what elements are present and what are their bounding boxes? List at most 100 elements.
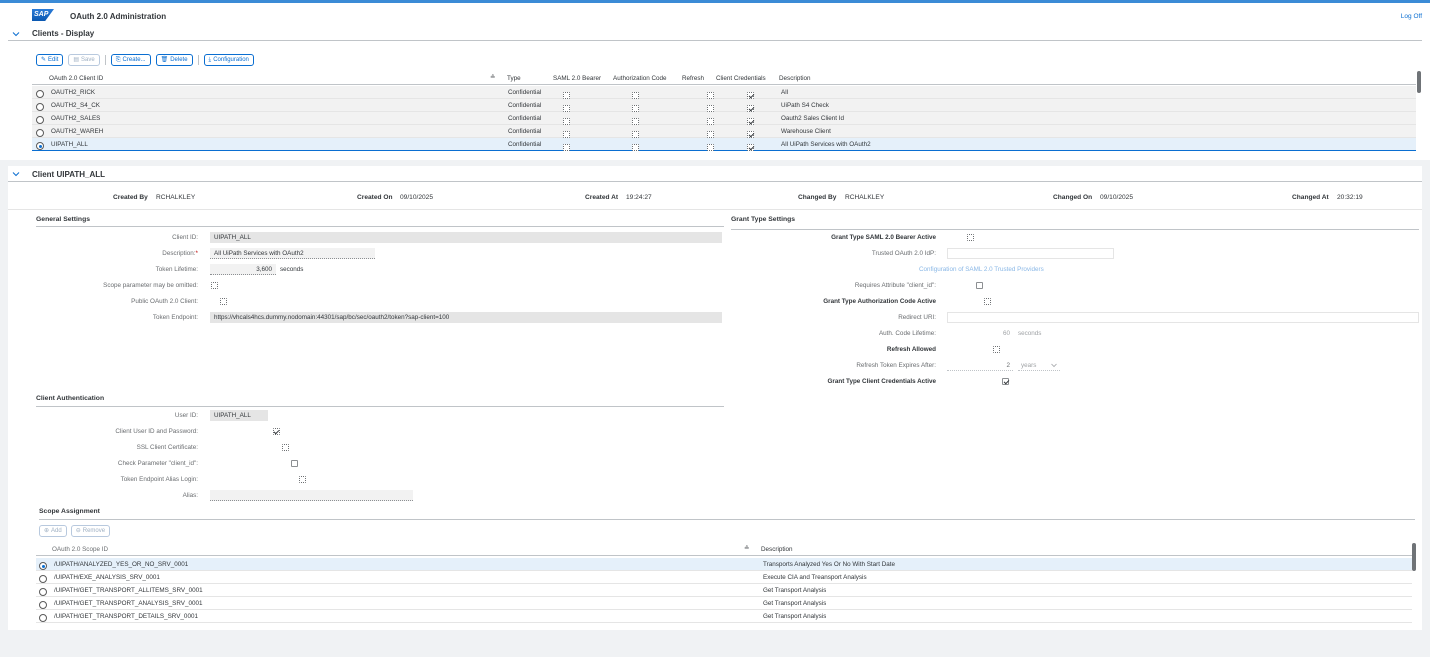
clients-table-scrollbar[interactable] <box>1417 71 1421 93</box>
client-credentials-checkbox[interactable] <box>747 91 754 99</box>
col-auth-code[interactable]: Authorization Code <box>613 75 667 82</box>
table-row[interactable]: OAUTH2_RICK Confidential All <box>32 86 1416 99</box>
remove-scope-button[interactable]: ⊖ Remove <box>70 525 111 537</box>
refresh-checkbox[interactable] <box>707 143 714 151</box>
row-select-radio[interactable] <box>39 562 47 570</box>
table-row[interactable]: /UIPATH/GET_TRANSPORT_ANALYSIS_SRV_0001 … <box>36 597 1412 610</box>
saml-checkbox[interactable] <box>563 143 570 151</box>
client-credentials-checkbox[interactable] <box>747 143 754 151</box>
chevron-down-icon[interactable] <box>12 170 20 178</box>
row-select-radio[interactable] <box>36 90 44 98</box>
auth-code-checkbox[interactable] <box>632 130 639 138</box>
scope-description-cell: Get Transport Analysis <box>763 600 827 607</box>
table-row[interactable]: OAUTH2_WAREH Confidential Warehouse Clie… <box>32 125 1416 138</box>
table-row[interactable]: /UIPATH/GET_TRANSPORT_DETAILS_SRV_0001 G… <box>36 610 1412 623</box>
col-refresh[interactable]: Refresh <box>682 75 704 82</box>
refresh-allowed-checkbox[interactable] <box>993 346 1001 353</box>
sort-ascending-icon[interactable]: ≜ <box>490 74 495 81</box>
alias-field[interactable] <box>210 490 413 501</box>
saml-active-checkbox[interactable] <box>966 234 974 241</box>
redirect-uri-input[interactable] <box>947 312 1419 323</box>
col-saml[interactable]: SAML 2.0 Bearer <box>553 75 601 82</box>
col-client-id[interactable]: OAuth 2.0 Client ID <box>49 75 103 82</box>
saml-checkbox[interactable] <box>563 104 570 112</box>
ssl-cert-checkbox[interactable] <box>281 444 289 451</box>
auth-code-checkbox[interactable] <box>632 91 639 99</box>
user-pw-checkbox[interactable] <box>272 428 280 435</box>
create-button[interactable]: ⎘ Create... <box>110 54 151 66</box>
row-select-radio[interactable] <box>36 129 44 137</box>
created-at-label: Created At <box>585 194 619 201</box>
row-select-radio[interactable] <box>36 116 44 124</box>
row-select-radio[interactable] <box>39 588 47 596</box>
description-cell: UiPath S4 Check <box>781 102 829 109</box>
refresh-expires-unit-select[interactable]: years <box>1018 360 1060 371</box>
auth-code-active-label: Grant Type Authorization Code Active <box>823 298 936 305</box>
table-row[interactable]: OAUTH2_S4_CK Confidential UiPath S4 Chec… <box>32 99 1416 112</box>
table-row-selected[interactable]: UIPATH_ALL Confidential All UiPath Servi… <box>32 138 1416 151</box>
general-settings-title: General Settings <box>36 216 91 223</box>
col-description[interactable]: Description <box>779 75 811 82</box>
trusted-idp-input[interactable] <box>947 248 1114 259</box>
refresh-checkbox[interactable] <box>707 130 714 138</box>
add-scope-button[interactable]: ⊕ Add <box>39 525 67 537</box>
token-lifetime-field[interactable]: 3,600 <box>210 264 276 275</box>
table-row[interactable]: OAUTH2_SALES Confidential Oauth2 Sales C… <box>32 112 1416 125</box>
client-credentials-checkbox[interactable] <box>747 117 754 125</box>
saml-checkbox[interactable] <box>563 130 570 138</box>
col-client-credentials[interactable]: Client Credentials <box>716 75 766 82</box>
logoff-link[interactable]: Log Off <box>1401 13 1422 20</box>
table-row-selected[interactable]: /UIPATH/ANALYZED_YES_OR_NO_SRV_0001 Tran… <box>36 558 1412 571</box>
client-credentials-checkbox[interactable] <box>747 130 754 138</box>
auth-code-active-checkbox[interactable] <box>984 298 992 305</box>
sort-ascending-icon[interactable]: ≜ <box>744 545 749 552</box>
toolbar-separator <box>197 55 199 65</box>
auth-code-checkbox[interactable] <box>632 143 639 151</box>
cc-active-checkbox[interactable] <box>1002 378 1010 385</box>
check-param-checkbox[interactable] <box>290 460 298 467</box>
col-type[interactable]: Type <box>507 75 521 82</box>
type-cell: Confidential <box>508 89 542 96</box>
client-credentials-checkbox[interactable] <box>747 104 754 112</box>
saml-checkbox[interactable] <box>563 117 570 125</box>
configuration-button[interactable]: ⤓ Configuration <box>203 54 254 66</box>
row-select-radio[interactable] <box>39 575 47 583</box>
requires-attr-checkbox[interactable] <box>975 282 983 289</box>
token-endpoint-label: Token Endpoint: <box>152 314 198 321</box>
row-select-radio[interactable] <box>39 614 47 622</box>
scope-omit-label: Scope parameter may be omitted: <box>103 282 198 289</box>
scope-id-cell: /UIPATH/GET_TRANSPORT_ANALYSIS_SRV_0001 <box>54 600 203 607</box>
client-id-cell: OAUTH2_SALES <box>51 115 101 122</box>
scope-id-cell: /UIPATH/ANALYZED_YES_OR_NO_SRV_0001 <box>54 561 189 568</box>
delete-button[interactable]: 🗑 Delete <box>155 54 193 66</box>
refresh-checkbox[interactable] <box>707 91 714 99</box>
table-row[interactable]: /UIPATH/EXE_ANALYSIS_SRV_0001 Execute CI… <box>36 571 1412 584</box>
edit-button[interactable]: ✎ Edit <box>36 54 64 66</box>
alias-login-checkbox[interactable] <box>299 476 307 483</box>
changed-by-label: Changed By <box>798 194 837 201</box>
save-button[interactable]: ▤ Save <box>68 54 100 66</box>
auth-code-checkbox[interactable] <box>632 117 639 125</box>
row-select-radio[interactable] <box>36 103 44 111</box>
user-id-label: User ID: <box>174 412 198 419</box>
scope-table-scrollbar[interactable] <box>1412 543 1416 571</box>
table-row[interactable]: /UIPATH/GET_TRANSPORT_ALLITEMS_SRV_0001 … <box>36 584 1412 597</box>
public-client-checkbox[interactable] <box>219 298 227 305</box>
col-scope-id[interactable]: OAuth 2.0 Scope ID <box>52 546 108 553</box>
description-field[interactable]: All UiPath Services with OAuth2 <box>210 248 375 259</box>
row-select-radio[interactable] <box>36 142 44 150</box>
row-select-radio[interactable] <box>39 601 47 609</box>
auth-code-checkbox[interactable] <box>632 104 639 112</box>
refresh-checkbox[interactable] <box>707 117 714 125</box>
saml-config-link[interactable]: Configuration of SAML 2.0 Trusted Provid… <box>919 266 1044 273</box>
refresh-expires-field[interactable]: 2 <box>947 360 1013 371</box>
description-cell: All <box>781 89 788 96</box>
refresh-checkbox[interactable] <box>707 104 714 112</box>
type-cell: Confidential <box>508 102 542 109</box>
saml-checkbox[interactable] <box>563 91 570 99</box>
scope-id-cell: /UIPATH/GET_TRANSPORT_ALLITEMS_SRV_0001 <box>54 587 203 594</box>
chevron-down-icon[interactable] <box>12 30 20 38</box>
col-scope-description[interactable]: Description <box>761 546 793 553</box>
auth-code-lifetime-field[interactable]: 60 <box>947 328 1013 339</box>
scope-omit-checkbox[interactable] <box>211 282 218 289</box>
